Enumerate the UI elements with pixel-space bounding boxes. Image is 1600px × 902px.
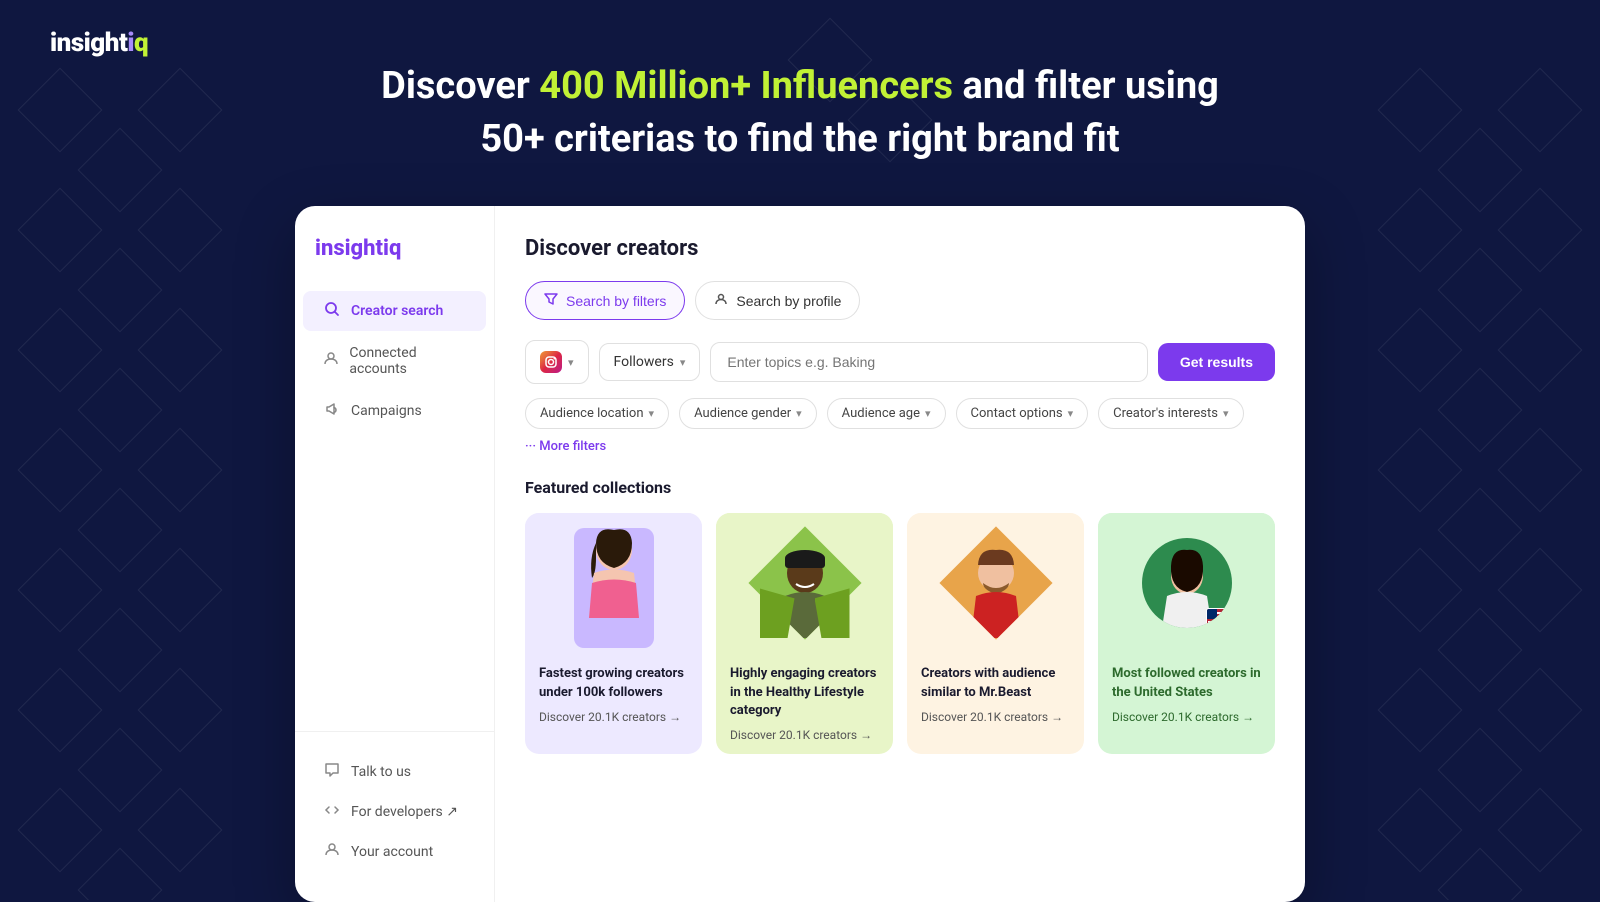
audience-location-label: Audience location	[540, 406, 644, 421]
profile-icon	[714, 292, 728, 309]
audience-age-label: Audience age	[842, 406, 920, 421]
person-icon	[323, 351, 339, 371]
sidebar-item-campaigns-label: Campaigns	[351, 403, 422, 419]
hero-line1-start: Discover	[381, 64, 539, 108]
card-label-most-followed-us: Most followed creators in the United Sta…	[1112, 665, 1261, 701]
search-input-wrap	[710, 342, 1148, 382]
sidebar-item-creator-search-label: Creator search	[351, 303, 443, 319]
sidebar-bottom: Talk to us For developers ↗ Your account	[295, 731, 494, 872]
platform-select[interactable]: ▾	[525, 340, 589, 384]
followers-chevron: ▾	[680, 356, 686, 369]
card-info-healthy-lifestyle: Highly engaging creators in the Healthy …	[716, 653, 893, 754]
filter-audience-age[interactable]: Audience age ▾	[827, 398, 946, 429]
sidebar-item-for-developers[interactable]: For developers ↗	[303, 792, 486, 832]
card-label-mr-beast: Creators with audience similar to Mr.Bea…	[921, 665, 1070, 701]
card-discover-most-followed-us[interactable]: Discover 20.1K creators →	[1112, 710, 1261, 724]
sidebar-nav: Creator search Connected accounts Campai…	[295, 291, 494, 431]
collection-card-fastest-growing[interactable]: Fastest growing creators under 100k foll…	[525, 513, 702, 754]
card-discover-healthy-lifestyle[interactable]: Discover 20.1K creators →	[730, 728, 879, 742]
card-label-fastest-growing: Fastest growing creators under 100k foll…	[539, 665, 688, 701]
sidebar-item-your-account[interactable]: Your account	[303, 832, 486, 872]
followers-select[interactable]: Followers ▾	[599, 343, 701, 381]
more-filters-button[interactable]: ··· More filters	[525, 439, 606, 454]
filter-audience-location[interactable]: Audience location ▾	[525, 398, 669, 429]
filter-icon	[544, 292, 558, 309]
tab-search-by-filters-label: Search by filters	[566, 293, 666, 309]
sidebar-item-connected-accounts[interactable]: Connected accounts	[303, 335, 486, 387]
more-filters-label: ··· More filters	[525, 439, 606, 454]
top-logo: insightiq	[50, 28, 148, 58]
sidebar-item-your-account-label: Your account	[351, 844, 433, 860]
collection-card-mr-beast[interactable]: Creators with audience similar to Mr.Bea…	[907, 513, 1084, 754]
code-icon	[323, 802, 341, 822]
hero-title: Discover 400 Million+ Influencers and fi…	[20, 60, 1580, 166]
followers-label: Followers	[614, 354, 674, 370]
search-icon	[323, 301, 341, 321]
main-content: Discover creators Search by filters Sear…	[495, 206, 1305, 902]
featured-collections-title: Featured collections	[525, 478, 1275, 497]
hero-highlight: 400 Million+ Influencers	[539, 64, 953, 108]
hero-line2: 50+ criterias to find the right brand fi…	[480, 117, 1119, 161]
tab-search-by-profile[interactable]: Search by profile	[695, 281, 860, 320]
tab-search-by-filters[interactable]: Search by filters	[525, 281, 685, 320]
account-icon	[323, 842, 341, 862]
card-image-healthy-lifestyle	[716, 513, 893, 653]
chat-icon	[323, 762, 341, 782]
card-info-mr-beast: Creators with audience similar to Mr.Bea…	[907, 653, 1084, 735]
contact-options-chevron: ▾	[1068, 407, 1074, 420]
get-results-button[interactable]: Get results	[1158, 343, 1275, 381]
card-image-fastest-growing	[525, 513, 702, 653]
creators-interests-chevron: ▾	[1223, 407, 1229, 420]
sidebar-item-talk-to-us-label: Talk to us	[351, 764, 411, 780]
audience-gender-label: Audience gender	[694, 406, 791, 421]
contact-options-label: Contact options	[971, 406, 1063, 421]
sidebar-item-talk-to-us[interactable]: Talk to us	[303, 752, 486, 792]
filter-contact-options[interactable]: Contact options ▾	[956, 398, 1089, 429]
main-card: insightiq Creator search Connected accou…	[295, 206, 1305, 902]
instagram-icon	[540, 351, 562, 373]
tab-search-by-profile-label: Search by profile	[736, 293, 841, 309]
logo: insightiq	[315, 236, 474, 261]
card-info-most-followed-us: Most followed creators in the United Sta…	[1098, 653, 1275, 735]
collection-card-healthy-lifestyle[interactable]: Highly engaging creators in the Healthy …	[716, 513, 893, 754]
card-info-fastest-growing: Fastest growing creators under 100k foll…	[525, 653, 702, 735]
megaphone-icon	[323, 401, 341, 421]
sidebar-logo: insightiq	[295, 236, 494, 291]
collections-grid: Fastest growing creators under 100k foll…	[525, 513, 1275, 754]
card-image-mr-beast	[907, 513, 1084, 653]
filter-audience-gender[interactable]: Audience gender ▾	[679, 398, 817, 429]
filter-creators-interests[interactable]: Creator's interests ▾	[1098, 398, 1243, 429]
creators-interests-label: Creator's interests	[1113, 406, 1218, 421]
card-discover-mr-beast[interactable]: Discover 20.1K creators →	[921, 710, 1070, 724]
hero-line1-end: and filter using	[953, 64, 1219, 108]
search-tabs: Search by filters Search by profile	[525, 281, 1275, 320]
audience-gender-chevron: ▾	[796, 407, 802, 420]
platform-chevron: ▾	[568, 356, 574, 369]
sidebar-item-connected-accounts-label: Connected accounts	[349, 345, 466, 377]
audience-location-chevron: ▾	[649, 407, 655, 420]
topic-search-input[interactable]	[710, 342, 1148, 382]
sidebar-item-for-developers-label: For developers ↗	[351, 804, 458, 820]
card-discover-fastest-growing[interactable]: Discover 20.1K creators →	[539, 710, 688, 724]
search-bar: ▾ Followers ▾ Get results	[525, 340, 1275, 384]
card-image-most-followed-us	[1098, 513, 1275, 653]
collection-card-most-followed-us[interactable]: Most followed creators in the United Sta…	[1098, 513, 1275, 754]
card-label-healthy-lifestyle: Highly engaging creators in the Healthy …	[730, 665, 879, 720]
filter-bar: Audience location ▾ Audience gender ▾ Au…	[525, 398, 1275, 454]
page-title: Discover creators	[525, 236, 1275, 261]
sidebar-item-campaigns[interactable]: Campaigns	[303, 391, 486, 431]
audience-age-chevron: ▾	[925, 407, 931, 420]
sidebar-item-creator-search[interactable]: Creator search	[303, 291, 486, 331]
sidebar: insightiq Creator search Connected accou…	[295, 206, 495, 902]
hero-header: Discover 400 Million+ Influencers and fi…	[0, 0, 1600, 206]
